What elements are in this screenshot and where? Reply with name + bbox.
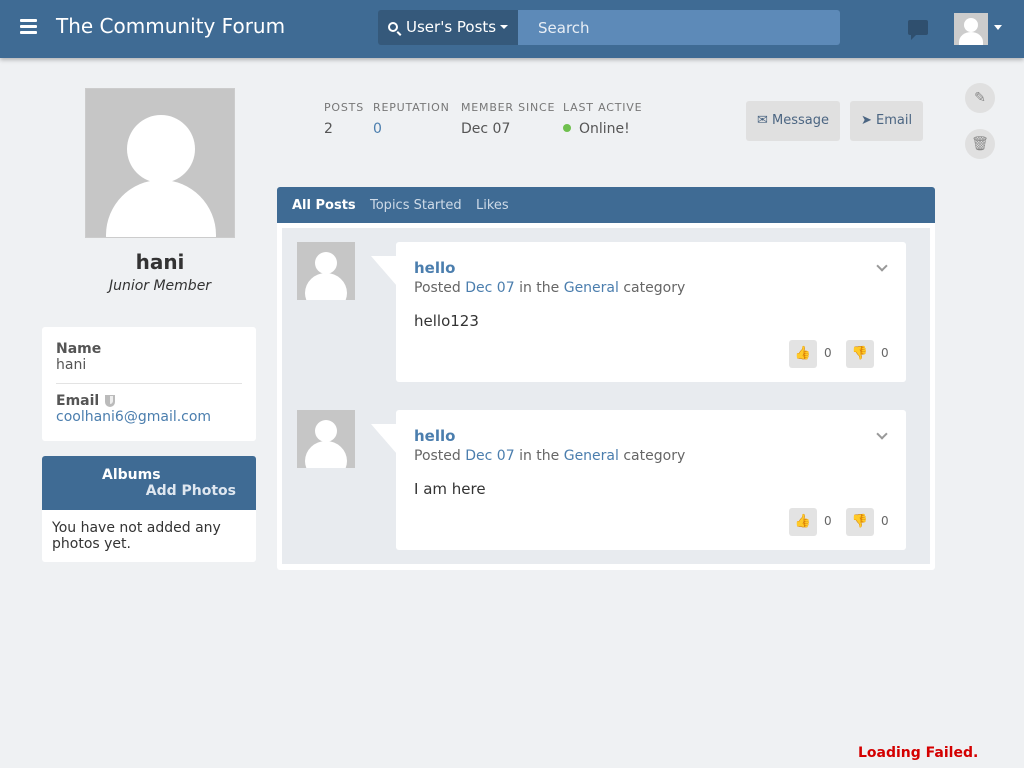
downvote-button[interactable]: 👎 bbox=[846, 340, 874, 368]
post-meta: Posted Dec 07 in the General category bbox=[414, 448, 685, 464]
thumbs-up-icon: 👍 bbox=[794, 514, 812, 529]
downvote-count: 0 bbox=[881, 346, 889, 360]
list-item: hello Posted Dec 07 in the General categ… bbox=[282, 242, 930, 382]
forum-title[interactable]: The Community Forum bbox=[56, 14, 285, 38]
post-category-link[interactable]: General bbox=[564, 448, 619, 464]
search-type-dropdown[interactable]: User's Posts bbox=[378, 10, 518, 45]
post-category-suffix: category bbox=[623, 448, 686, 464]
name-value: hani bbox=[56, 357, 87, 373]
profile-tabs: All Posts Topics Started Likes bbox=[277, 187, 935, 223]
thumbs-down-icon: 👎 bbox=[851, 514, 869, 529]
post-meta: Posted Dec 07 in the General category bbox=[414, 280, 685, 296]
stat-reputation-label: REPUTATION bbox=[373, 101, 450, 114]
albums-empty-text: You have not added any photos yet. bbox=[52, 520, 221, 552]
message-button-label: Message bbox=[772, 113, 830, 128]
post-options-chevron-icon[interactable] bbox=[876, 428, 888, 440]
stat-posts: POSTS 2 bbox=[324, 101, 364, 137]
hamburger-menu-icon[interactable] bbox=[20, 19, 37, 34]
email-button[interactable]: ➤ Email bbox=[850, 101, 923, 141]
chat-icon[interactable] bbox=[908, 20, 928, 40]
online-status-icon bbox=[563, 124, 571, 132]
stat-reputation-value[interactable]: 0 bbox=[373, 121, 450, 137]
trash-icon: 🗑 bbox=[971, 136, 989, 152]
tab-topics-started[interactable]: Topics Started bbox=[370, 198, 462, 213]
post-in-the: in the bbox=[519, 280, 560, 296]
user-menu-caret-icon[interactable] bbox=[994, 25, 1002, 30]
profile-user-title: Junior Member bbox=[108, 278, 212, 294]
stat-last-active-label: LAST ACTIVE bbox=[563, 101, 643, 114]
post-body: hello123 bbox=[414, 312, 479, 330]
post-author-avatar[interactable] bbox=[297, 242, 355, 300]
search-type-label: User's Posts bbox=[406, 18, 497, 36]
post-card: hello Posted Dec 07 in the General categ… bbox=[396, 410, 906, 550]
stat-last-active-value-row: Online! bbox=[563, 121, 642, 137]
albums-header: Albums Add Photos bbox=[42, 456, 256, 510]
profile-info-card: Name hani Email coolhani6@gmail.com bbox=[42, 327, 256, 441]
profile-picture bbox=[85, 88, 235, 238]
stat-member-since-label: MEMBER SINCE bbox=[461, 101, 556, 114]
post-posted-prefix: Posted bbox=[414, 280, 461, 296]
stat-member-since-value: Dec 07 bbox=[461, 121, 511, 137]
search-icon bbox=[388, 22, 398, 32]
post-category-link[interactable]: General bbox=[564, 280, 619, 296]
bubble-tail bbox=[371, 424, 397, 454]
chevron-down-icon bbox=[500, 25, 509, 29]
list-item: hello Posted Dec 07 in the General categ… bbox=[282, 410, 930, 550]
upvote-button[interactable]: 👍 bbox=[789, 340, 817, 368]
post-date-link[interactable]: Dec 07 bbox=[465, 448, 514, 464]
upvote-count: 0 bbox=[824, 514, 832, 528]
top-navbar: The Community Forum User's Posts bbox=[0, 0, 1024, 58]
post-card: hello Posted Dec 07 in the General categ… bbox=[396, 242, 906, 382]
message-button[interactable]: ✉ Message bbox=[746, 101, 840, 141]
post-title[interactable]: hello bbox=[414, 427, 455, 445]
downvote-count: 0 bbox=[881, 514, 889, 528]
post-author-avatar[interactable] bbox=[297, 410, 355, 468]
posts-panel: hello Posted Dec 07 in the General categ… bbox=[277, 223, 935, 570]
stat-last-active-value: Online! bbox=[579, 121, 630, 137]
user-menu-avatar[interactable] bbox=[954, 13, 988, 45]
envelope-icon: ✉ bbox=[756, 113, 768, 128]
post-category-suffix: category bbox=[623, 280, 686, 296]
albums-panel: Albums Add Photos You have not added any… bbox=[42, 456, 256, 562]
email-link[interactable]: coolhani6@gmail.com bbox=[56, 409, 242, 425]
upvote-button[interactable]: 👍 bbox=[789, 508, 817, 536]
add-photos-link[interactable]: Add Photos bbox=[146, 483, 236, 499]
post-body: I am here bbox=[414, 480, 486, 498]
post-posted-prefix: Posted bbox=[414, 448, 461, 464]
stat-posts-label: POSTS bbox=[324, 101, 364, 114]
upvote-count: 0 bbox=[824, 346, 832, 360]
loading-failed-message: Loading Failed. bbox=[858, 745, 979, 761]
tab-all-posts[interactable]: All Posts bbox=[292, 198, 356, 213]
tab-likes[interactable]: Likes bbox=[476, 198, 509, 213]
post-title[interactable]: hello bbox=[414, 259, 455, 277]
stat-posts-value: 2 bbox=[324, 121, 333, 137]
edit-profile-button[interactable]: ✎ bbox=[965, 83, 995, 113]
post-date-link[interactable]: Dec 07 bbox=[465, 280, 514, 296]
pencil-icon: ✎ bbox=[974, 90, 986, 106]
posts-list: hello Posted Dec 07 in the General categ… bbox=[282, 228, 930, 564]
profile-username: hani bbox=[135, 250, 185, 274]
search-input[interactable] bbox=[518, 10, 840, 45]
name-label: Name bbox=[56, 341, 102, 357]
delete-account-button[interactable]: 🗑 bbox=[965, 129, 995, 159]
albums-title: Albums bbox=[102, 467, 161, 483]
paper-plane-icon: ➤ bbox=[860, 113, 872, 128]
email-label: Email bbox=[56, 393, 100, 409]
stat-member-since: MEMBER SINCE Dec 07 bbox=[461, 101, 555, 137]
email-label-row: Email bbox=[56, 393, 242, 409]
post-options-chevron-icon[interactable] bbox=[876, 260, 888, 272]
stat-reputation: REPUTATION 0 bbox=[373, 101, 450, 137]
thumbs-down-icon: 👎 bbox=[851, 346, 869, 361]
stat-last-active: LAST ACTIVE Online! bbox=[563, 101, 642, 137]
bubble-tail bbox=[371, 256, 397, 286]
privacy-shield-icon bbox=[105, 395, 116, 407]
thumbs-up-icon: 👍 bbox=[794, 346, 812, 361]
post-in-the: in the bbox=[519, 448, 560, 464]
divider bbox=[56, 383, 242, 384]
downvote-button[interactable]: 👎 bbox=[846, 508, 874, 536]
email-button-label: Email bbox=[875, 113, 913, 128]
